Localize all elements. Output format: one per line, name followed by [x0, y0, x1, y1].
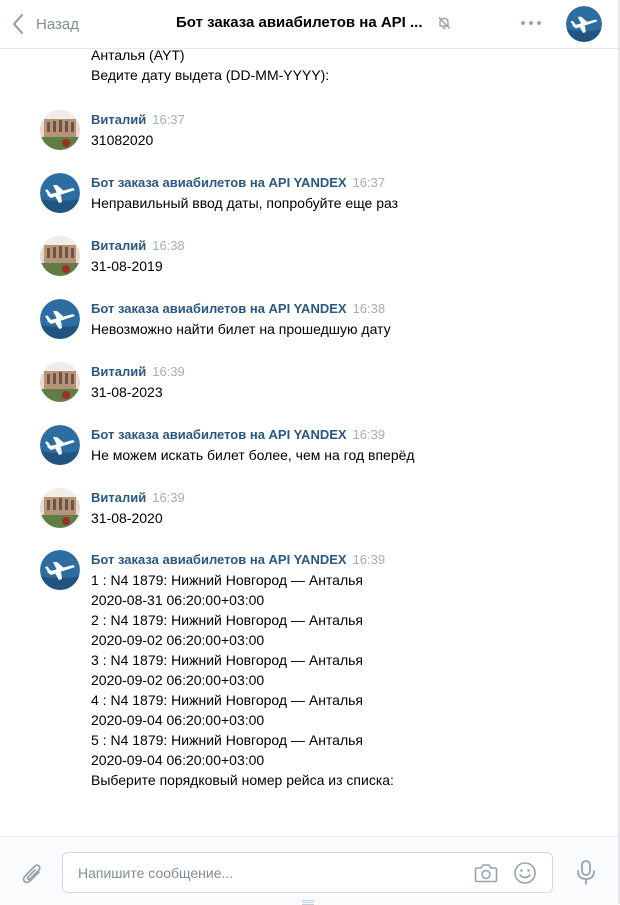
airplane-icon: [566, 6, 602, 42]
message-input-box[interactable]: [62, 852, 553, 893]
user-avatar[interactable]: [40, 488, 80, 528]
previous-message-line: Ведите дату выдета (DD-MM-YYYY):: [91, 67, 330, 83]
message-text: 31-08-2020: [91, 508, 163, 528]
message-header: Виталий 16:39: [91, 363, 185, 381]
bot-avatar-header[interactable]: [566, 6, 602, 42]
paperclip-icon[interactable]: [21, 861, 43, 885]
message-header: Виталий 16:37: [91, 111, 185, 129]
message-text: 31-08-2019: [91, 256, 163, 276]
resize-grip[interactable]: [302, 900, 314, 905]
message-header: Бот заказа авиабилетов на API YANDEX 16:3…: [91, 426, 385, 444]
message-line: 2020-09-02 06:20:00+03:00: [91, 672, 265, 688]
message-author[interactable]: Виталий: [91, 112, 146, 127]
message-author[interactable]: Бот заказа авиабилетов на API YANDEX: [91, 301, 347, 316]
message-time[interactable]: 16:39: [353, 427, 386, 442]
message-author[interactable]: Виталий: [91, 364, 146, 379]
message-header: Бот заказа авиабилетов на API YANDEX 16:3…: [91, 174, 385, 192]
message-line: 31082020: [91, 132, 154, 148]
message-text: 1 : N4 1879: Нижний Новгород — Анталья 20…: [91, 570, 394, 790]
back-button[interactable]: Назад: [12, 13, 79, 35]
chat-title: Бот заказа авиабилетов на API ...: [176, 14, 423, 31]
message-time[interactable]: 16:39: [152, 490, 185, 505]
message-input[interactable]: [78, 862, 458, 884]
message-line: Неправильный ввод даты, попробуйте еще р…: [91, 195, 399, 211]
message-line: Выберите порядковый номер рейса из списк…: [91, 772, 394, 788]
chat-header: Назад Бот заказа авиабилетов на API ...: [0, 0, 618, 49]
message-line: 2 : N4 1879: Нижний Новгород — Анталья: [91, 612, 364, 628]
message-text: Не можем искать билет более, чем на год …: [91, 445, 415, 465]
previous-message-text: Анталья (AYT) Ведите дату выдета (DD-MM-…: [91, 45, 329, 85]
message-header: Виталий 16:39: [91, 489, 185, 507]
chat-title-area[interactable]: Бот заказа авиабилетов на API ...: [176, 14, 451, 31]
message-author[interactable]: Бот заказа авиабилетов на API YANDEX: [91, 427, 347, 442]
message-text: 31-08-2023: [91, 382, 163, 402]
bot-avatar[interactable]: [40, 425, 80, 465]
message-composer: [0, 836, 618, 905]
message-line: 2020-09-04 06:20:00+03:00: [91, 712, 265, 728]
message-line: 4 : N4 1879: Нижний Новгород — Анталья: [91, 692, 364, 708]
message-line: 31-08-2023: [91, 384, 163, 400]
message-time[interactable]: 16:39: [152, 364, 185, 379]
smile-icon[interactable]: [513, 861, 537, 885]
message-line: Невозможно найти билет на прошедшую дату: [91, 321, 391, 337]
message-line: 3 : N4 1879: Нижний Новгород — Анталья: [91, 652, 364, 668]
message-time[interactable]: 16:38: [152, 238, 185, 253]
bot-avatar[interactable]: [40, 550, 80, 590]
message-line: 5 : N4 1879: Нижний Новгород — Анталья: [91, 732, 364, 748]
chevron-left-icon: [12, 14, 24, 34]
user-avatar[interactable]: [40, 110, 80, 150]
message-time[interactable]: 16:38: [353, 301, 386, 316]
user-avatar[interactable]: [40, 236, 80, 276]
message-time[interactable]: 16:39: [353, 552, 386, 567]
bot-avatar[interactable]: [40, 299, 80, 339]
message-time[interactable]: 16:37: [353, 175, 386, 190]
message-author[interactable]: Бот заказа авиабилетов на API YANDEX: [91, 552, 347, 567]
message-line: 31-08-2020: [91, 510, 163, 526]
bot-avatar[interactable]: [40, 173, 80, 213]
message-line: 1 : N4 1879: Нижний Новгород — Анталья: [91, 572, 364, 588]
message-time[interactable]: 16:37: [152, 112, 185, 127]
message-header: Бот заказа авиабилетов на API YANDEX 16:3…: [91, 300, 385, 318]
message-history: Анталья (AYT) Ведите дату выдета (DD-MM-…: [0, 0, 618, 836]
message-line: 2020-09-02 06:20:00+03:00: [91, 632, 265, 648]
message-line: 31-08-2019: [91, 258, 163, 274]
message-author[interactable]: Бот заказа авиабилетов на API YANDEX: [91, 175, 347, 190]
message-author[interactable]: Виталий: [91, 238, 146, 253]
camera-icon[interactable]: [474, 862, 498, 884]
message-line: 2020-09-04 06:20:00+03:00: [91, 752, 265, 768]
back-label: Назад: [36, 15, 79, 33]
message-text: Невозможно найти билет на прошедшую дату: [91, 319, 391, 339]
message-author[interactable]: Виталий: [91, 490, 146, 505]
message-line: 2020-08-31 06:20:00+03:00: [91, 592, 265, 608]
user-avatar[interactable]: [40, 362, 80, 402]
message-text: 31082020: [91, 130, 153, 150]
microphone-icon[interactable]: [576, 860, 596, 886]
message-line: Не можем искать билет более, чем на год …: [91, 447, 415, 463]
muted-bell-icon: [438, 16, 450, 29]
message-header: Бот заказа авиабилетов на API YANDEX 16:3…: [91, 551, 385, 569]
message-text: Неправильный ввод даты, попробуйте еще р…: [91, 193, 398, 213]
more-dots-icon[interactable]: [521, 21, 541, 25]
message-header: Виталий 16:38: [91, 237, 185, 255]
